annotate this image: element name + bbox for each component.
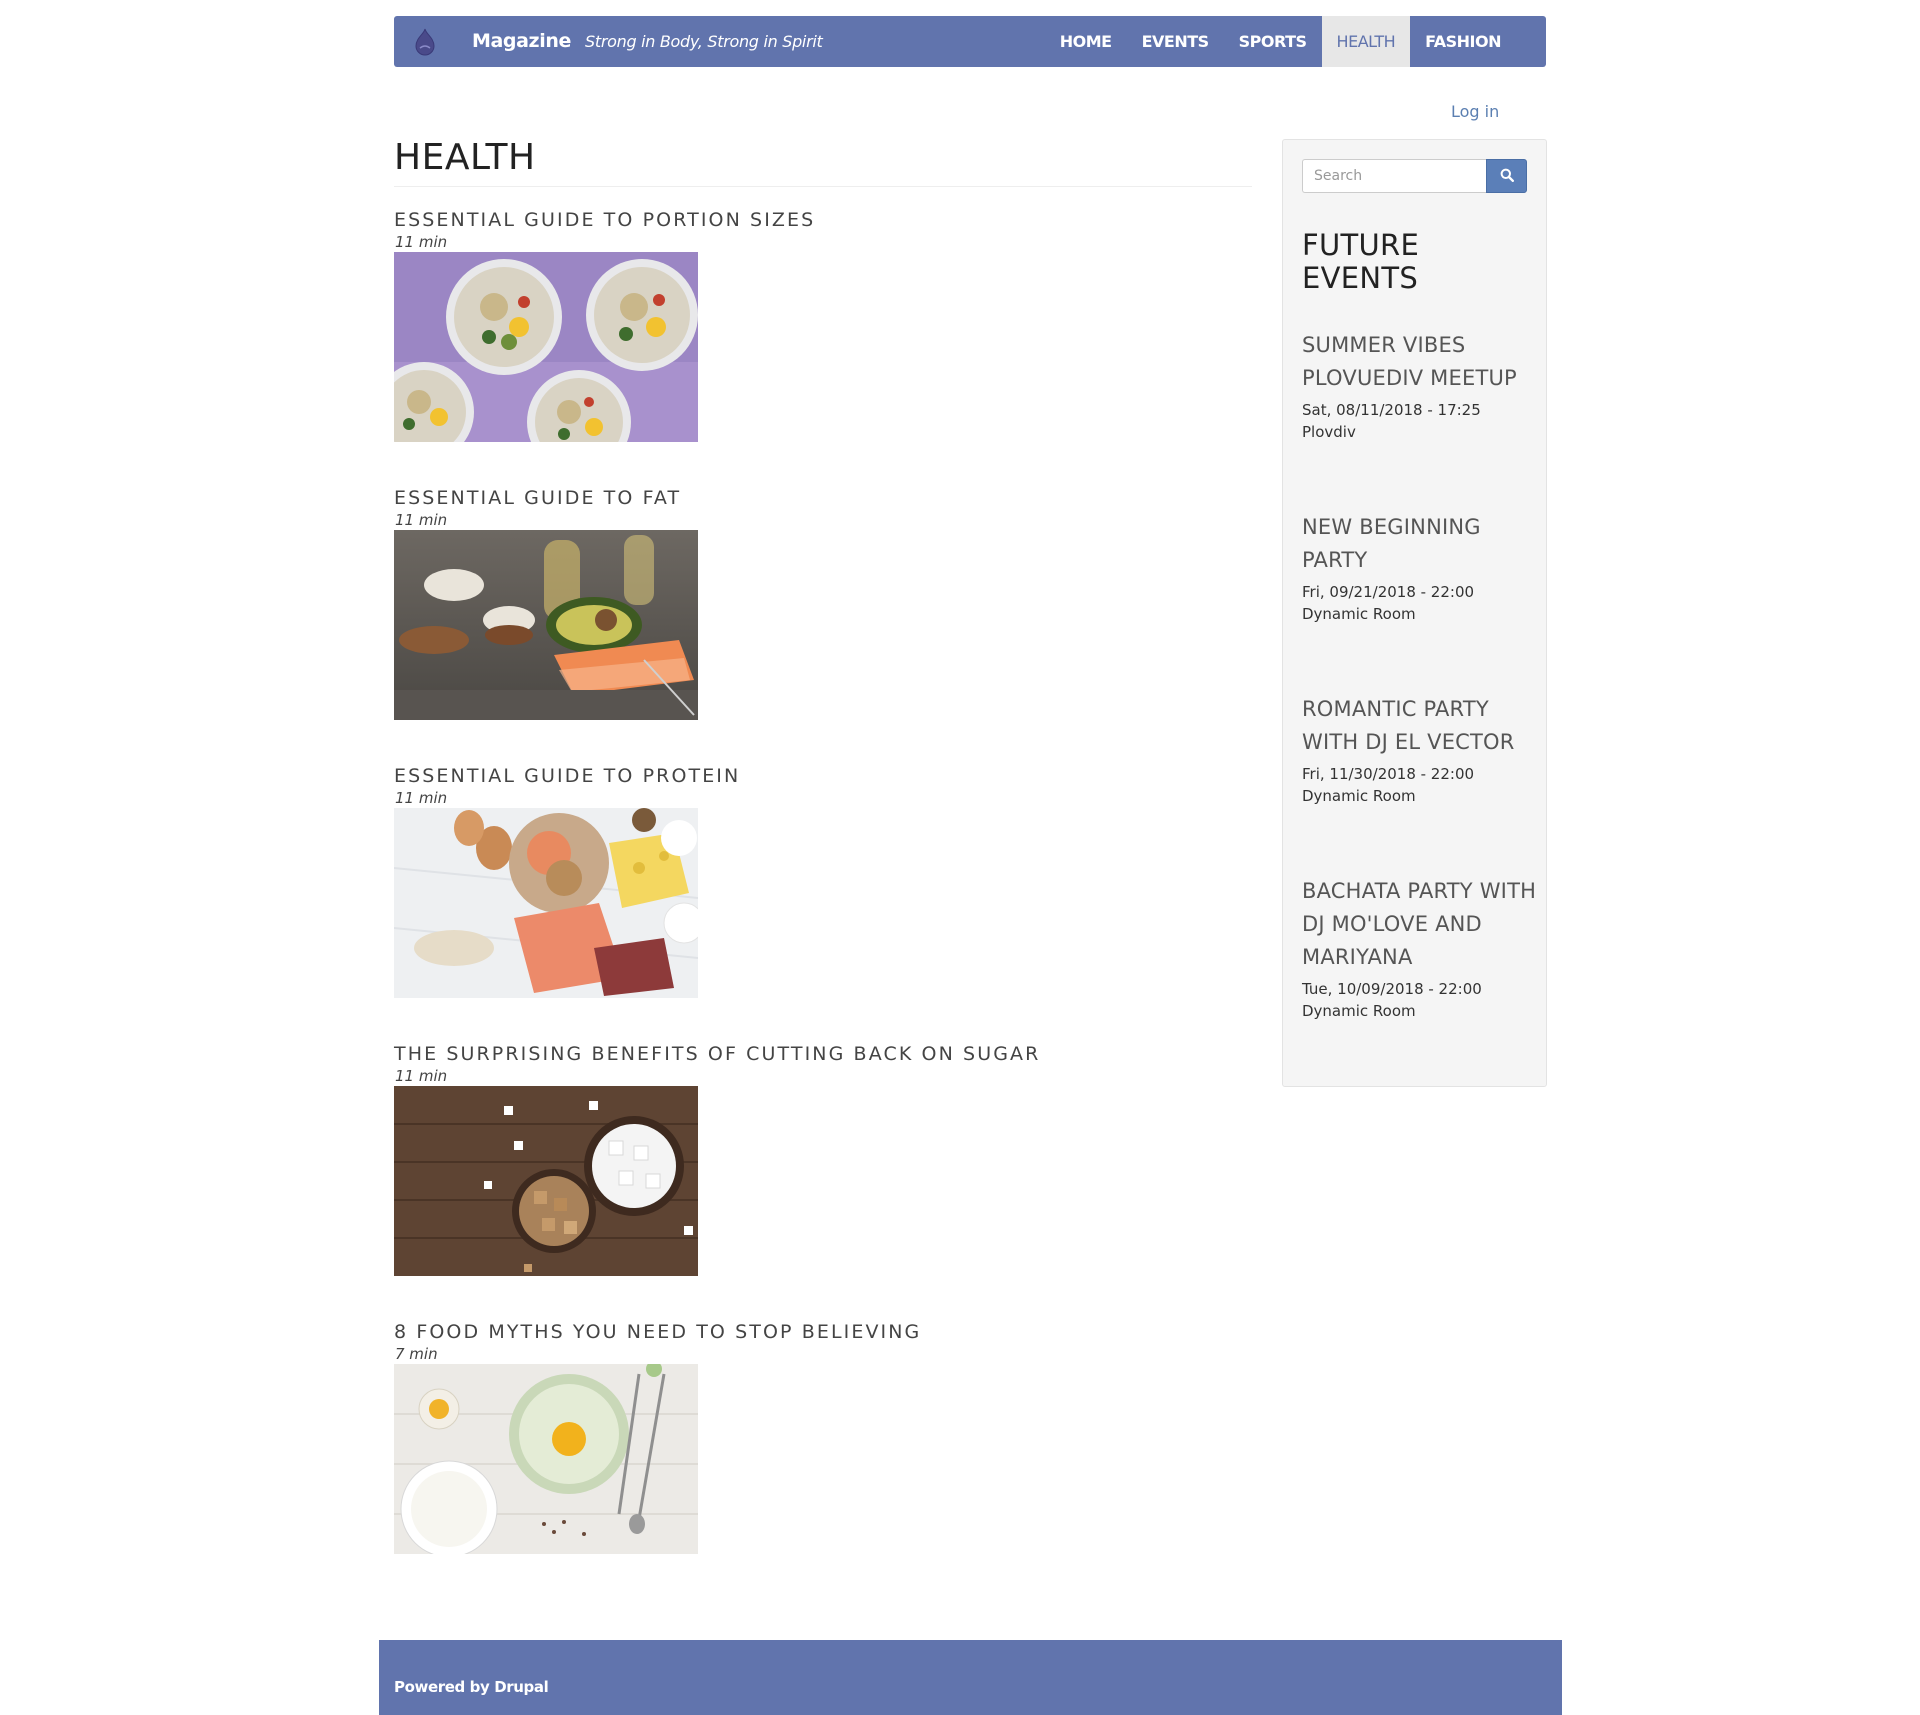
- main-menu: HOME EVENTS SPORTS HEALTH FASHION: [1045, 16, 1546, 67]
- event-title-link[interactable]: NEW BEGINNING PARTY: [1302, 515, 1481, 572]
- read-time: 11 min: [395, 511, 448, 529]
- read-time: 11 min: [395, 1067, 448, 1085]
- sidebar: FUTURE EVENTS SUMMER VIBES PLOVUEDIV MEE…: [1282, 139, 1547, 1087]
- nav-item-home: HOME: [1045, 16, 1127, 67]
- article-image-sugar[interactable]: [394, 1086, 698, 1276]
- event-title-link[interactable]: SUMMER VIBES PLOVUEDIV MEETUP: [1302, 333, 1517, 390]
- article-image-protein[interactable]: [394, 808, 698, 998]
- event-date: Fri, 11/30/2018 - 22:00: [1302, 765, 1475, 783]
- article-title: THE SURPRISING BENEFITS OF CUTTING BACK …: [394, 1042, 1252, 1066]
- event-title: BACHATA PARTY WITH DJ MO'LOVE AND MARIYA…: [1302, 875, 1537, 974]
- future-events-title: FUTURE EVENTS: [1302, 228, 1420, 295]
- article-teaser: ESSENTIAL GUIDE TO PROTEIN 11 min: [394, 764, 1252, 998]
- event-item: SUMMER VIBES PLOVUEDIV MEETUP Sat, 08/11…: [1302, 329, 1537, 443]
- nav-link-home[interactable]: HOME: [1045, 16, 1127, 67]
- article-title-link[interactable]: ESSENTIAL GUIDE TO PORTION SIZES: [394, 209, 815, 231]
- search-button[interactable]: [1486, 159, 1527, 193]
- login-link[interactable]: Log in: [1451, 102, 1499, 121]
- page-title: HEALTH: [394, 137, 536, 178]
- nav-item-health: HEALTH: [1321, 16, 1411, 67]
- title-divider: [394, 186, 1252, 187]
- article-title: ESSENTIAL GUIDE TO FAT: [394, 486, 1252, 510]
- search-icon: [1500, 168, 1514, 185]
- search-input[interactable]: [1302, 159, 1486, 193]
- event-location: Dynamic Room: [1302, 787, 1416, 805]
- nav-link-health[interactable]: HEALTH: [1321, 16, 1411, 67]
- drupal-logo-icon[interactable]: [410, 27, 440, 57]
- article-teaser: THE SURPRISING BENEFITS OF CUTTING BACK …: [394, 1042, 1252, 1276]
- event-title: SUMMER VIBES PLOVUEDIV MEETUP: [1302, 329, 1537, 395]
- article-title: ESSENTIAL GUIDE TO PROTEIN: [394, 764, 1252, 788]
- read-time: 11 min: [395, 789, 448, 807]
- article-teaser: ESSENTIAL GUIDE TO FAT 11 min: [394, 486, 1252, 720]
- powered-by-drupal-link[interactable]: Powered by Drupal: [394, 1678, 549, 1696]
- article-title-link[interactable]: 8 FOOD MYTHS YOU NEED TO STOP BELIEVING: [394, 1321, 921, 1343]
- event-date: Sat, 08/11/2018 - 17:25: [1302, 401, 1481, 419]
- nav-item-events: EVENTS: [1127, 16, 1224, 67]
- event-location: Dynamic Room: [1302, 1002, 1416, 1020]
- article-image-portion-sizes[interactable]: [394, 252, 698, 442]
- event-title-link[interactable]: ROMANTIC PARTY WITH DJ EL VECTOR: [1302, 697, 1515, 754]
- site-name-link[interactable]: Magazine: [472, 16, 571, 67]
- event-item: BACHATA PARTY WITH DJ MO'LOVE AND MARIYA…: [1302, 875, 1537, 1022]
- article-title-link[interactable]: ESSENTIAL GUIDE TO FAT: [394, 487, 681, 509]
- nav-link-events[interactable]: EVENTS: [1127, 16, 1224, 67]
- nav-item-fashion: FASHION: [1410, 16, 1546, 67]
- article-title: ESSENTIAL GUIDE TO PORTION SIZES: [394, 208, 1252, 232]
- event-location: Plovdiv: [1302, 423, 1356, 441]
- event-title: ROMANTIC PARTY WITH DJ EL VECTOR: [1302, 693, 1537, 759]
- article-teaser: ESSENTIAL GUIDE TO PORTION SIZES 11 min: [394, 208, 1252, 442]
- article-teaser: 8 FOOD MYTHS YOU NEED TO STOP BELIEVING …: [394, 1320, 1252, 1554]
- article-title: 8 FOOD MYTHS YOU NEED TO STOP BELIEVING: [394, 1320, 1252, 1344]
- nav-link-fashion[interactable]: FASHION: [1410, 16, 1546, 67]
- event-date: Tue, 10/09/2018 - 22:00: [1302, 980, 1482, 998]
- read-time: 7 min: [395, 1345, 438, 1363]
- site-footer: Powered by Drupal: [379, 1640, 1562, 1715]
- nav-item-sports: SPORTS: [1224, 16, 1322, 67]
- main-navbar: Magazine Strong in Body, Strong in Spiri…: [394, 16, 1546, 67]
- article-image-fat[interactable]: [394, 530, 698, 720]
- article-image-food-myths[interactable]: [394, 1364, 698, 1554]
- article-title-link[interactable]: THE SURPRISING BENEFITS OF CUTTING BACK …: [394, 1043, 1040, 1065]
- event-title-link[interactable]: BACHATA PARTY WITH DJ MO'LOVE AND MARIYA…: [1302, 879, 1536, 969]
- event-location: Dynamic Room: [1302, 605, 1416, 623]
- read-time: 11 min: [395, 233, 448, 251]
- event-title: NEW BEGINNING PARTY: [1302, 511, 1537, 577]
- site-slogan: Strong in Body, Strong in Spirit: [585, 32, 823, 51]
- nav-link-sports[interactable]: SPORTS: [1224, 16, 1322, 67]
- article-title-link[interactable]: ESSENTIAL GUIDE TO PROTEIN: [394, 765, 740, 787]
- event-date: Fri, 09/21/2018 - 22:00: [1302, 583, 1475, 601]
- event-item: ROMANTIC PARTY WITH DJ EL VECTOR Fri, 11…: [1302, 693, 1537, 807]
- search-form: [1302, 159, 1527, 193]
- event-item: NEW BEGINNING PARTY Fri, 09/21/2018 - 22…: [1302, 511, 1537, 625]
